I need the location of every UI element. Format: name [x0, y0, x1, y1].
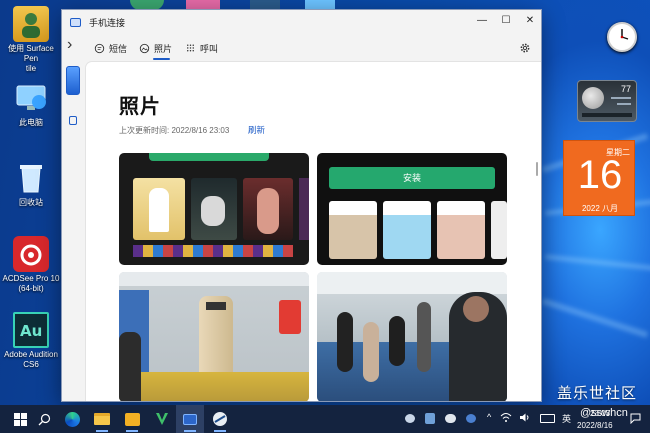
window-title: 手机连接	[89, 17, 126, 28]
desktop-icon-audition[interactable]: Au Adobe Audition CS6	[0, 312, 62, 370]
tab-label: 短信	[109, 43, 128, 54]
clock-gadget	[607, 22, 637, 52]
message-icon	[94, 43, 105, 53]
tray-app-icon[interactable]	[425, 413, 435, 424]
tab-photos[interactable]: 照片	[139, 39, 173, 60]
recycle-bin-icon	[13, 160, 49, 196]
active-tab-indicator	[153, 58, 171, 60]
tab-calls[interactable]: 呼叫	[185, 39, 218, 57]
phone-small-icon[interactable]	[69, 116, 77, 125]
v-app-icon	[156, 413, 168, 425]
folder-icon	[94, 413, 110, 425]
phone-link-icon	[183, 413, 197, 425]
top-desktop-icon[interactable]	[186, 0, 220, 10]
phone-link-taskbar-button[interactable]	[176, 405, 204, 433]
gear-icon	[520, 43, 530, 53]
phone-link-window[interactable]: 手机连接 — ☐ ✕ › 短信 照片 呼叫 照片 上次更新时间: 2022/8/…	[62, 10, 541, 401]
minimize-button[interactable]: —	[470, 10, 494, 34]
watermark-text: 盖乐世社区	[557, 385, 638, 402]
desktop-icon-acdsee[interactable]: ACDSee Pro 10 (64-bit)	[0, 236, 62, 294]
expand-sidebar-button[interactable]: ›	[67, 36, 81, 56]
desktop-icon-this-pc[interactable]: 此电脑	[0, 80, 62, 128]
app-taskbar-button[interactable]	[206, 405, 234, 433]
scrollbar[interactable]	[536, 162, 538, 176]
dialpad-icon	[187, 44, 194, 52]
tray-app-icon[interactable]	[445, 414, 456, 423]
weather-temp: 77	[620, 84, 631, 94]
tab-label: 照片	[154, 43, 173, 54]
network-icon[interactable]	[500, 412, 512, 425]
tray-app-icon[interactable]	[466, 414, 476, 423]
settings-button[interactable]	[519, 41, 533, 55]
refresh-link[interactable]: 刷新	[248, 124, 265, 136]
keyboard-icon[interactable]	[540, 414, 555, 423]
audition-icon: Au	[13, 312, 49, 348]
acdsee-icon	[13, 236, 49, 272]
edge-taskbar-button[interactable]	[58, 405, 86, 433]
tray-chevron-icon[interactable]: ^	[487, 412, 491, 422]
photo-thumbnail[interactable]	[119, 153, 309, 265]
calendar-year-month: 2022 八月	[581, 204, 619, 213]
search-button[interactable]	[30, 405, 58, 433]
file-explorer-taskbar-button[interactable]	[88, 405, 116, 433]
taskbar-date[interactable]: 2022/8/16	[577, 421, 613, 430]
calendar-day: 16	[577, 153, 623, 197]
media-player-icon	[124, 412, 140, 426]
ime-indicator[interactable]: 英	[562, 412, 571, 425]
moon-icon	[582, 87, 604, 109]
tab-label: 呼叫	[200, 43, 219, 54]
top-desktop-icon[interactable]	[130, 0, 164, 10]
svg-text:Au: Au	[20, 322, 42, 340]
photos-page: 照片 上次更新时间: 2022/8/16 23:03 刷新 安装	[86, 62, 541, 401]
photos-icon	[139, 43, 150, 53]
phone-thumbnail[interactable]	[66, 66, 80, 95]
desktop-icon-surface-pen[interactable]: 使用 Surface Pen tile	[0, 6, 62, 74]
desktop-icon-recycle-bin[interactable]: 回收站	[0, 160, 62, 208]
calendar-gadget: 星期二 16 2022 八月	[563, 140, 635, 216]
photo-thumbnail[interactable]: 安装	[317, 153, 507, 265]
top-desktop-icon[interactable]	[250, 0, 280, 10]
install-button-screenshot: 安装	[329, 167, 495, 189]
last-updated-text: 上次更新时间: 2022/8/16 23:03	[119, 126, 230, 135]
computer-icon	[13, 80, 49, 116]
weather-gadget: 77	[577, 80, 637, 122]
phone-link-app-icon	[70, 17, 81, 27]
user-icon	[13, 6, 49, 42]
search-icon	[38, 413, 50, 425]
taskbar: ^ 英 23:03 2022/8/16	[0, 405, 650, 433]
volume-icon[interactable]	[519, 412, 531, 425]
notification-icon[interactable]	[630, 413, 641, 426]
windows-logo-icon	[13, 412, 27, 426]
watermark-handle: @sswhcn	[580, 407, 628, 419]
top-desktop-icon[interactable]	[305, 0, 335, 10]
page-title: 照片	[119, 96, 161, 118]
tab-messages[interactable]: 短信	[94, 39, 127, 57]
nav-bar: › 短信 照片 呼叫	[62, 34, 541, 62]
photo-thumbnail[interactable]	[317, 272, 507, 401]
tray-people-icon[interactable]	[405, 414, 415, 423]
app-icon	[213, 412, 227, 426]
close-button[interactable]: ✕	[518, 10, 541, 34]
edge-icon	[64, 411, 80, 427]
photo-thumbnail[interactable]	[119, 272, 309, 401]
maximize-button[interactable]: ☐	[494, 10, 518, 34]
media-player-taskbar-button[interactable]	[118, 405, 146, 433]
vim-taskbar-button[interactable]	[148, 405, 176, 433]
device-sidebar	[62, 62, 86, 401]
